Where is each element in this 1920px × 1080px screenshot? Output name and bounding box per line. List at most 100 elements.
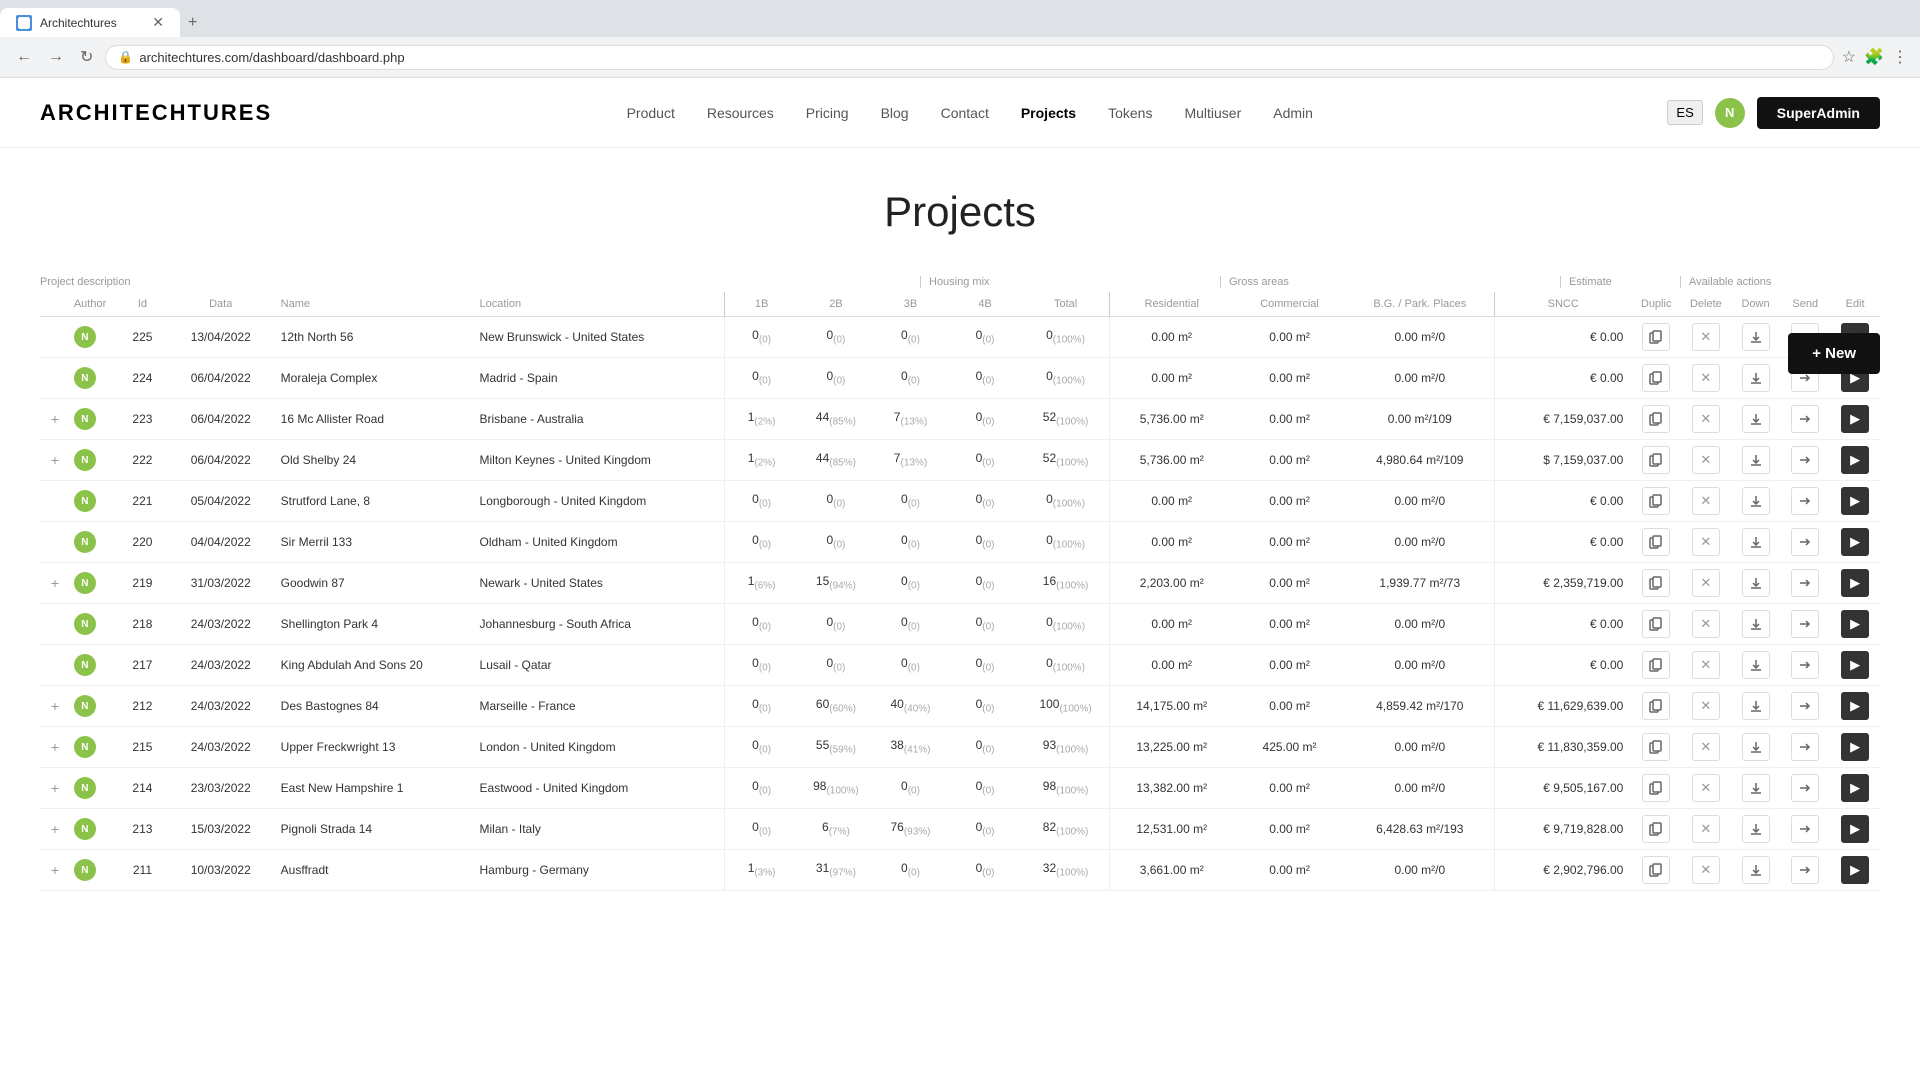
open-button[interactable]: ▶ [1841, 651, 1869, 679]
edit-cell[interactable]: ▶ [1830, 645, 1880, 686]
nav-admin[interactable]: Admin [1273, 105, 1313, 121]
down-cell[interactable] [1731, 686, 1781, 727]
nav-blog[interactable]: Blog [881, 105, 909, 121]
send-button[interactable] [1791, 446, 1819, 474]
send-cell[interactable] [1780, 645, 1830, 686]
expand-button[interactable]: + [51, 739, 59, 755]
expand-cell[interactable] [40, 522, 70, 563]
delete-cell[interactable]: ✕ [1681, 399, 1731, 440]
expand-cell[interactable] [40, 645, 70, 686]
delete-button[interactable]: ✕ [1692, 364, 1720, 392]
down-cell[interactable] [1731, 440, 1781, 481]
send-button[interactable] [1791, 774, 1819, 802]
expand-cell[interactable]: + [40, 809, 70, 850]
menu-icon[interactable]: ⋮ [1892, 47, 1908, 67]
delete-button[interactable]: ✕ [1692, 405, 1720, 433]
send-cell[interactable] [1780, 727, 1830, 768]
nav-pricing[interactable]: Pricing [806, 105, 849, 121]
send-button[interactable] [1791, 692, 1819, 720]
url-bar[interactable]: 🔒 architechtures.com/dashboard/dashboard… [105, 45, 1833, 70]
send-cell[interactable] [1780, 686, 1830, 727]
duplicate-button[interactable] [1642, 692, 1670, 720]
open-button[interactable]: ▶ [1841, 528, 1869, 556]
duplicate-button[interactable] [1642, 856, 1670, 884]
delete-cell[interactable]: ✕ [1681, 809, 1731, 850]
download-button[interactable] [1742, 364, 1770, 392]
down-cell[interactable] [1731, 358, 1781, 399]
duplicate-button[interactable] [1642, 569, 1670, 597]
delete-cell[interactable]: ✕ [1681, 358, 1731, 399]
duplicate-button[interactable] [1642, 323, 1670, 351]
down-cell[interactable] [1731, 399, 1781, 440]
super-admin-button[interactable]: SuperAdmin [1757, 97, 1880, 129]
new-project-button[interactable]: + New [1788, 333, 1880, 374]
duplicate-button[interactable] [1642, 610, 1670, 638]
open-button[interactable]: ▶ [1841, 692, 1869, 720]
expand-button[interactable]: + [51, 452, 59, 468]
bookmark-icon[interactable]: ☆ [1842, 47, 1856, 67]
delete-cell[interactable]: ✕ [1681, 481, 1731, 522]
duplic-cell[interactable] [1631, 850, 1681, 891]
download-button[interactable] [1742, 651, 1770, 679]
expand-button[interactable]: + [51, 575, 59, 591]
duplic-cell[interactable] [1631, 358, 1681, 399]
down-cell[interactable] [1731, 317, 1781, 358]
download-button[interactable] [1742, 405, 1770, 433]
down-cell[interactable] [1731, 727, 1781, 768]
edit-cell[interactable]: ▶ [1830, 440, 1880, 481]
duplicate-button[interactable] [1642, 364, 1670, 392]
duplic-cell[interactable] [1631, 563, 1681, 604]
expand-cell[interactable]: + [40, 686, 70, 727]
tab-close-button[interactable]: ✕ [152, 14, 164, 31]
expand-button[interactable]: + [51, 821, 59, 837]
duplic-cell[interactable] [1631, 645, 1681, 686]
expand-button[interactable]: + [51, 862, 59, 878]
down-cell[interactable] [1731, 768, 1781, 809]
edit-cell[interactable]: ▶ [1830, 768, 1880, 809]
expand-cell[interactable]: + [40, 727, 70, 768]
expand-cell[interactable]: + [40, 399, 70, 440]
delete-button[interactable]: ✕ [1692, 651, 1720, 679]
duplic-cell[interactable] [1631, 768, 1681, 809]
expand-cell[interactable]: + [40, 768, 70, 809]
expand-cell[interactable]: + [40, 440, 70, 481]
send-cell[interactable] [1780, 522, 1830, 563]
download-button[interactable] [1742, 692, 1770, 720]
duplicate-button[interactable] [1642, 446, 1670, 474]
download-button[interactable] [1742, 323, 1770, 351]
language-button[interactable]: ES [1667, 100, 1702, 125]
edit-cell[interactable]: ▶ [1830, 686, 1880, 727]
open-button[interactable]: ▶ [1841, 405, 1869, 433]
send-cell[interactable] [1780, 399, 1830, 440]
nav-contact[interactable]: Contact [941, 105, 989, 121]
user-avatar[interactable]: N [1715, 98, 1745, 128]
open-button[interactable]: ▶ [1841, 446, 1869, 474]
delete-cell[interactable]: ✕ [1681, 686, 1731, 727]
delete-cell[interactable]: ✕ [1681, 645, 1731, 686]
delete-button[interactable]: ✕ [1692, 610, 1720, 638]
duplicate-button[interactable] [1642, 405, 1670, 433]
duplic-cell[interactable] [1631, 522, 1681, 563]
open-button[interactable]: ▶ [1841, 569, 1869, 597]
download-button[interactable] [1742, 856, 1770, 884]
duplic-cell[interactable] [1631, 481, 1681, 522]
delete-button[interactable]: ✕ [1692, 323, 1720, 351]
send-button[interactable] [1791, 856, 1819, 884]
delete-button[interactable]: ✕ [1692, 733, 1720, 761]
send-button[interactable] [1791, 610, 1819, 638]
delete-cell[interactable]: ✕ [1681, 850, 1731, 891]
delete-button[interactable]: ✕ [1692, 856, 1720, 884]
delete-cell[interactable]: ✕ [1681, 727, 1731, 768]
duplic-cell[interactable] [1631, 686, 1681, 727]
send-cell[interactable] [1780, 809, 1830, 850]
duplicate-button[interactable] [1642, 815, 1670, 843]
reload-button[interactable]: ↻ [76, 43, 97, 71]
edit-cell[interactable]: ▶ [1830, 604, 1880, 645]
down-cell[interactable] [1731, 809, 1781, 850]
send-cell[interactable] [1780, 604, 1830, 645]
duplicate-button[interactable] [1642, 774, 1670, 802]
nav-multiuser[interactable]: Multiuser [1184, 105, 1241, 121]
download-button[interactable] [1742, 487, 1770, 515]
nav-projects[interactable]: Projects [1021, 105, 1076, 121]
send-cell[interactable] [1780, 563, 1830, 604]
